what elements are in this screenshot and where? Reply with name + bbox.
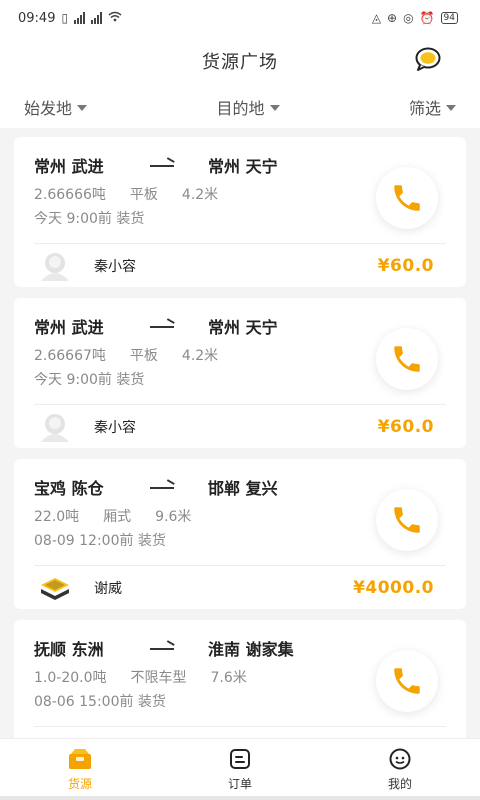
divider bbox=[34, 243, 446, 244]
phone-icon bbox=[394, 346, 420, 372]
call-button[interactable] bbox=[376, 650, 438, 712]
sync-icon: ⊕ bbox=[387, 11, 398, 25]
cargo-card[interactable]: 常州 武进 常州 天宁 2.66667吨 平板 4.2米 今天 9:00前 装货 bbox=[14, 298, 466, 448]
call-button[interactable] bbox=[376, 489, 438, 551]
wifi-icon bbox=[108, 11, 122, 25]
message-button[interactable] bbox=[414, 45, 442, 73]
truck-type: 厢式 bbox=[103, 509, 132, 525]
destination: 淮南 谢家集 bbox=[208, 640, 294, 659]
owner-name: 谢威 bbox=[94, 581, 122, 597]
caret-down-icon bbox=[77, 105, 88, 111]
truck-type: 平板 bbox=[129, 187, 158, 203]
weight: 22.0吨 bbox=[34, 509, 80, 525]
phone-icon bbox=[394, 507, 420, 533]
price: ¥60.0 bbox=[377, 256, 434, 276]
company-logo-icon bbox=[34, 572, 76, 604]
weight: 2.66667吨 bbox=[34, 348, 106, 364]
app-header: 货源广场 bbox=[0, 36, 480, 86]
tab-orders-label: 订单 bbox=[227, 777, 252, 791]
weight: 2.66666吨 bbox=[34, 187, 106, 203]
tab-orders[interactable]: 订单 bbox=[160, 747, 320, 792]
tab-cargo[interactable]: 货源 bbox=[0, 747, 160, 792]
divider bbox=[34, 565, 446, 566]
cargo-box-icon bbox=[69, 749, 91, 769]
owner-name: 秦小容 bbox=[94, 420, 136, 436]
cargo-card[interactable]: 常州 武进 常州 天宁 2.66666吨 平板 4.2米 今天 9:00前 装货 bbox=[14, 137, 466, 287]
truck-length: 7.6米 bbox=[210, 670, 247, 686]
price: ¥4000.0 bbox=[353, 578, 434, 598]
status-time: 09:49 bbox=[18, 10, 56, 26]
filter-origin[interactable]: 始发地 bbox=[24, 95, 88, 119]
call-button[interactable] bbox=[376, 167, 438, 229]
route: 宝鸡 陈仓 邯郸 复兴 bbox=[34, 475, 446, 499]
person-avatar-icon bbox=[34, 411, 76, 443]
truck-type: 平板 bbox=[129, 348, 158, 364]
tab-profile[interactable]: 我的 bbox=[320, 747, 480, 792]
screen: 09:49 ▯ ◬ ⊕ ◎ ⏰ 94 货源广场 始发地 目的地 筛选 常州 武进… bbox=[0, 0, 480, 800]
origin: 抚顺 东洲 bbox=[34, 640, 104, 659]
sim-icon: ▯ bbox=[61, 11, 69, 25]
truck-length: 4.2米 bbox=[181, 187, 219, 203]
caret-down-icon bbox=[269, 105, 280, 111]
person-avatar-icon bbox=[34, 250, 76, 282]
route: 常州 武进 常州 天宁 bbox=[34, 153, 446, 177]
battery-icon: 94 bbox=[440, 12, 458, 24]
destination: 常州 天宁 bbox=[208, 318, 278, 337]
home-indicator bbox=[0, 796, 480, 800]
origin: 常州 武进 bbox=[34, 318, 104, 337]
caret-down-icon bbox=[445, 105, 456, 111]
signal-2-icon bbox=[91, 12, 103, 24]
origin: 常州 武进 bbox=[34, 157, 104, 176]
filter-destination[interactable]: 目的地 bbox=[216, 95, 280, 119]
filter-bar: 始发地 目的地 筛选 bbox=[0, 86, 480, 128]
profile-face-icon bbox=[389, 748, 411, 770]
chat-bubble-icon bbox=[415, 47, 441, 71]
filter-destination-label: 目的地 bbox=[216, 99, 265, 118]
order-list-icon bbox=[230, 749, 250, 769]
card-footer: 秦小容 ¥60.0 bbox=[34, 245, 434, 287]
divider bbox=[34, 726, 446, 727]
origin: 宝鸡 陈仓 bbox=[34, 479, 104, 498]
price: ¥60.0 bbox=[377, 417, 434, 437]
tab-profile-label: 我的 bbox=[387, 777, 412, 791]
arrow-right-icon bbox=[146, 320, 208, 332]
divider bbox=[34, 404, 446, 405]
weight: 1.0-20.0吨 bbox=[34, 670, 107, 686]
filter-more[interactable]: 筛选 bbox=[409, 95, 456, 119]
arrow-right-icon bbox=[146, 642, 208, 654]
cargo-card[interactable]: 宝鸡 陈仓 邯郸 复兴 22.0吨 厢式 9.6米 08-09 12:00前 装… bbox=[14, 459, 466, 609]
bottom-nav: 货源 订单 我的 bbox=[0, 738, 480, 800]
signal-1-icon bbox=[74, 12, 86, 24]
arrow-right-icon bbox=[146, 159, 208, 171]
call-button[interactable] bbox=[376, 328, 438, 390]
owner: 秦小容 bbox=[34, 411, 136, 443]
alarm-icon: ⏰ bbox=[419, 11, 435, 25]
status-bar: 09:49 ▯ ◬ ⊕ ◎ ⏰ 94 bbox=[0, 0, 480, 36]
filter-more-label: 筛选 bbox=[408, 99, 441, 118]
route: 常州 武进 常州 天宁 bbox=[34, 314, 446, 338]
phone-icon bbox=[394, 668, 420, 694]
owner: 秦小容 bbox=[34, 250, 136, 282]
route: 抚顺 东洲 淮南 谢家集 bbox=[34, 636, 446, 660]
arrow-right-icon bbox=[146, 481, 208, 493]
card-footer: 谢威 ¥4000.0 bbox=[34, 567, 434, 609]
cargo-list: 常州 武进 常州 天宁 2.66666吨 平板 4.2米 今天 9:00前 装货 bbox=[14, 137, 466, 781]
filter-origin-label: 始发地 bbox=[24, 99, 73, 118]
destination: 常州 天宁 bbox=[208, 157, 278, 176]
location-icon: ◎ bbox=[403, 11, 414, 25]
page-title: 货源广场 bbox=[202, 52, 278, 73]
tab-cargo-label: 货源 bbox=[67, 777, 92, 791]
phone-icon bbox=[394, 185, 420, 211]
owner: 谢威 bbox=[34, 572, 122, 604]
vibrate-icon: ◬ bbox=[371, 11, 382, 25]
truck-type: 不限车型 bbox=[130, 670, 187, 686]
truck-length: 9.6米 bbox=[155, 509, 192, 525]
destination: 邯郸 复兴 bbox=[208, 479, 278, 498]
truck-length: 4.2米 bbox=[181, 348, 219, 364]
card-footer: 秦小容 ¥60.0 bbox=[34, 406, 434, 448]
owner-name: 秦小容 bbox=[94, 259, 136, 275]
